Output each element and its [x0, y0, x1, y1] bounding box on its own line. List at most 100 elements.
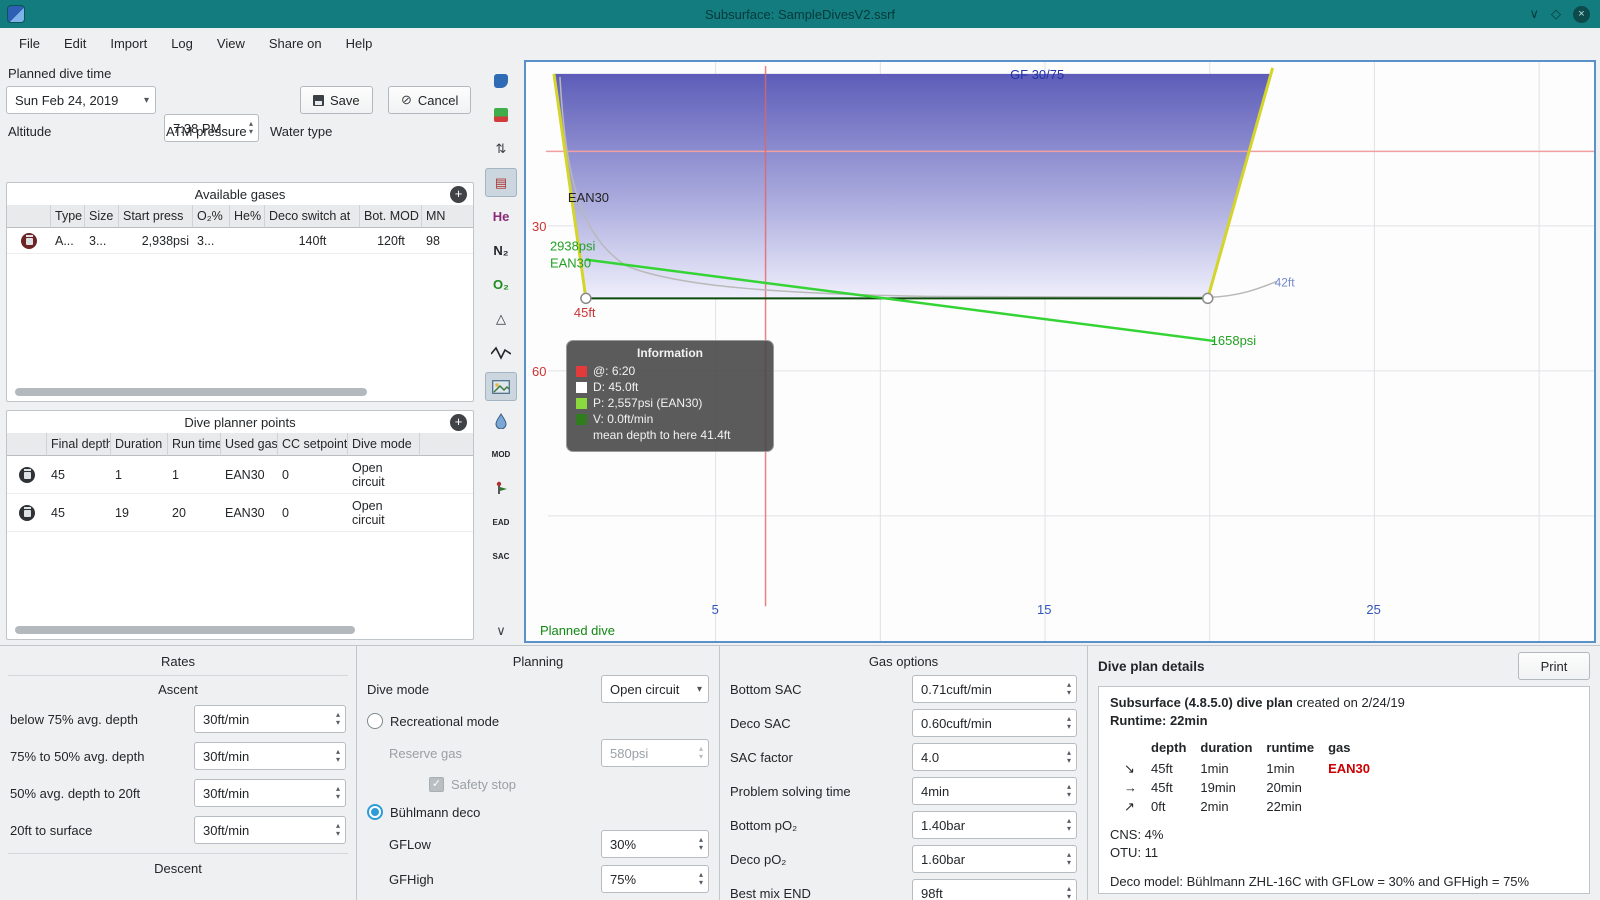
add-gas-button[interactable]: + [450, 186, 467, 203]
buhlmann-radio[interactable] [367, 804, 383, 820]
cancel-button[interactable]: ⊘ Cancel [388, 86, 472, 114]
spinner-arrows-icon[interactable]: ▴▾ [336, 818, 340, 842]
menu-log[interactable]: Log [160, 32, 204, 55]
menu-help[interactable]: Help [335, 32, 384, 55]
gas-cell-start-press[interactable]: 2,938psi [119, 228, 193, 254]
deco-po2-spinner[interactable]: 1.60bar ▴ ▾ [912, 845, 1077, 873]
rate-spinner-2[interactable]: 30ft/min ▴ ▾ [194, 742, 346, 770]
menu-file[interactable]: File [8, 32, 51, 55]
point-cell[interactable]: 1 [111, 456, 168, 494]
maximize-icon[interactable]: ◇ [1551, 6, 1561, 22]
bottom-sac-spinner[interactable]: 0.71cuft/min ▴ ▾ [912, 675, 1077, 703]
spinner-arrows-icon[interactable]: ▴▾ [1067, 745, 1071, 769]
gas-cell-bot-mod[interactable]: 120ft [360, 228, 422, 254]
spinner-arrows-icon[interactable]: ▴▾ [1067, 779, 1071, 803]
gas-cell-o2[interactable]: 3... [193, 228, 230, 254]
point-cell[interactable]: EAN30 [221, 494, 278, 532]
dive-profile-chart[interactable]: GF 30/75 EAN30 2938psi EAN30 45ft 42ft 1… [524, 60, 1596, 643]
he-graph-icon[interactable]: He [485, 202, 517, 231]
ceiling-icon[interactable] [485, 100, 517, 129]
ead-icon[interactable]: EAD [485, 508, 517, 537]
o2-graph-icon[interactable]: O₂ [485, 270, 517, 299]
spinner-arrows-icon[interactable]: ▴▾ [699, 832, 703, 856]
planner-handle-2[interactable] [1201, 292, 1214, 305]
point-cell[interactable]: 0 [278, 494, 348, 532]
gases-col-he[interactable]: He% [230, 205, 265, 228]
gas-cell-mnd[interactable]: 98 [422, 228, 473, 254]
bottom-po2-spinner[interactable]: 1.40bar ▴ ▾ [912, 811, 1077, 839]
heartrate-icon[interactable] [485, 338, 517, 367]
spinner-arrows-icon[interactable]: ▴▾ [336, 707, 340, 731]
calc-ceiling-icon[interactable]: ⇅ [485, 134, 517, 163]
spinner-arrows-icon[interactable]: ▴▾ [1067, 711, 1071, 735]
add-point-button[interactable]: + [450, 414, 467, 431]
delete-point-icon[interactable] [7, 456, 47, 494]
point-cell[interactable]: EAN30 [221, 456, 278, 494]
mod-icon[interactable]: MOD [485, 440, 517, 469]
gases-col-o2[interactable]: O₂% [193, 205, 230, 228]
menu-import[interactable]: Import [99, 32, 158, 55]
points-col-setpoint[interactable]: CC setpoint [278, 433, 348, 456]
gas-cell-type[interactable]: A... [51, 228, 85, 254]
menu-view[interactable]: View [206, 32, 256, 55]
spinner-arrows-icon[interactable]: ▴▾ [1067, 813, 1071, 837]
warning-icon[interactable]: △ [485, 304, 517, 333]
print-button[interactable]: Print [1518, 652, 1590, 680]
photos-icon[interactable] [485, 372, 517, 401]
planner-handle-1[interactable] [580, 292, 592, 305]
rate-spinner-3[interactable]: 30ft/min ▴ ▾ [194, 779, 346, 807]
dive-mode-combo[interactable]: Open circuit ▾ [601, 675, 709, 703]
deco-sac-spinner[interactable]: 0.60cuft/min ▴ ▾ [912, 709, 1077, 737]
points-col-depth[interactable]: Final depth [47, 433, 111, 456]
gfhigh-spinner[interactable]: 75% ▴ ▾ [601, 865, 709, 893]
points-col-runtime[interactable]: Run time [168, 433, 221, 456]
menu-edit[interactable]: Edit [53, 32, 97, 55]
gases-col-bot-mod[interactable]: Bot. MOD [360, 205, 422, 228]
point-cell[interactable]: 0 [278, 456, 348, 494]
point-cell[interactable]: 20 [168, 494, 221, 532]
problem-time-spinner[interactable]: 4min ▴ ▾ [912, 777, 1077, 805]
spinner-arrows-icon[interactable]: ▴▾ [336, 781, 340, 805]
points-col-duration[interactable]: Duration [111, 433, 168, 456]
point-cell[interactable]: 1 [168, 456, 221, 494]
ndl-icon[interactable] [485, 474, 517, 503]
ruler-icon[interactable]: ▤ [485, 168, 517, 197]
gas-cell-he[interactable] [230, 228, 265, 254]
menu-share-on[interactable]: Share on [258, 32, 333, 55]
best-mix-end-spinner[interactable]: 98ft ▴ ▾ [912, 879, 1077, 900]
dive-date-combo[interactable]: Sun Feb 24, 2019 ▾ [6, 86, 156, 114]
recreational-radio[interactable] [367, 713, 383, 729]
points-col-gas[interactable]: Used gas [221, 433, 278, 456]
gases-col-type[interactable]: Type [51, 205, 85, 228]
gas-cell-deco-switch[interactable]: 140ft [265, 228, 360, 254]
gas-cell-size[interactable]: 3... [85, 228, 119, 254]
sac-icon[interactable]: SAC [485, 542, 517, 571]
point-cell[interactable]: 45 [47, 456, 111, 494]
collapse-toolbar-icon[interactable]: ∨ [496, 623, 506, 639]
point-cell[interactable]: Open circuit [348, 456, 420, 494]
point-cell[interactable]: 45 [47, 494, 111, 532]
gflow-spinner[interactable]: 30% ▴ ▾ [601, 830, 709, 858]
shade-icon[interactable]: ∨ [1529, 6, 1539, 22]
point-cell[interactable]: 19 [111, 494, 168, 532]
delete-point-icon[interactable] [7, 494, 47, 532]
spinner-arrows-icon[interactable]: ▴▾ [1067, 847, 1071, 871]
save-button[interactable]: Save [300, 86, 373, 114]
point-cell[interactable]: Open circuit [348, 494, 420, 532]
titlebar[interactable]: Subsurface: SampleDivesV2.ssrf ∨ ◇ × [0, 0, 1600, 28]
spinner-arrows-icon[interactable]: ▴▾ [249, 116, 253, 140]
gases-col-start-press[interactable]: Start press [119, 205, 193, 228]
spinner-arrows-icon[interactable]: ▴▾ [1067, 677, 1071, 701]
close-icon[interactable]: × [1573, 5, 1590, 23]
gases-hscrollbar[interactable] [15, 388, 367, 396]
dive-computer-icon[interactable] [485, 66, 517, 95]
delete-gas-icon[interactable] [7, 228, 51, 254]
rate-spinner-1[interactable]: 30ft/min ▴ ▾ [194, 705, 346, 733]
gases-col-deco-switch[interactable]: Deco switch at [265, 205, 360, 228]
gases-col-size[interactable]: Size [85, 205, 119, 228]
n2-graph-icon[interactable]: N₂ [485, 236, 517, 265]
rate-spinner-4[interactable]: 30ft/min ▴ ▾ [194, 816, 346, 844]
tissues-icon[interactable] [485, 406, 517, 435]
spinner-arrows-icon[interactable]: ▴▾ [699, 867, 703, 891]
points-hscrollbar[interactable] [15, 626, 355, 634]
